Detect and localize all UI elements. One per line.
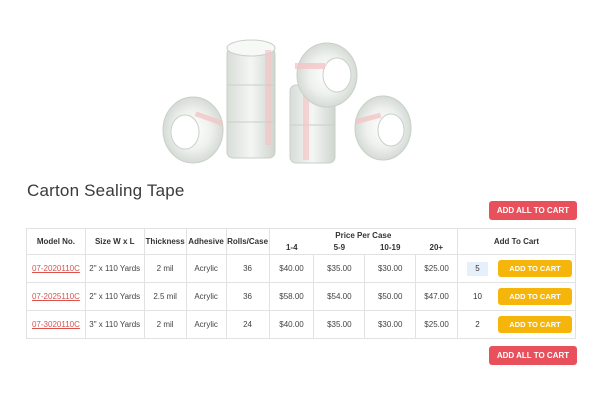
price-cell: $50.00: [364, 282, 417, 311]
thickness-cell: 2 mil: [143, 254, 187, 283]
price-cell: $40.00: [268, 310, 315, 339]
price-cell: $40.00: [268, 254, 315, 283]
table-row: 07-2020110C 2" x 110 Yards 2 mil Acrylic…: [26, 254, 577, 283]
header-tier-10-19: 10-19: [364, 241, 416, 255]
price-cell: $58.00: [268, 282, 315, 311]
adhesive-cell: Acrylic: [185, 310, 227, 339]
add-all-to-cart-button[interactable]: ADD ALL TO CART: [489, 201, 577, 220]
model-link[interactable]: 07-2025110C: [32, 292, 80, 301]
header-adhesive: Adhesive: [185, 228, 227, 255]
add-to-cart-button[interactable]: ADD TO CART: [498, 316, 572, 333]
thickness-cell: 2.5 mil: [143, 282, 187, 311]
quantity-input[interactable]: [467, 317, 488, 332]
add-all-to-cart-button[interactable]: ADD ALL TO CART: [489, 346, 577, 365]
table-row: 07-2025110C 2" x 110 Yards 2.5 mil Acryl…: [26, 282, 577, 311]
add-to-cart-button[interactable]: ADD TO CART: [498, 288, 572, 305]
rolls-cell: 36: [225, 282, 270, 311]
price-cell: $35.00: [313, 254, 366, 283]
price-table: Model No. Size W x L Thickness Adhesive …: [26, 228, 577, 339]
header-tier-20-plus: 20+: [415, 241, 458, 255]
adhesive-cell: Acrylic: [185, 282, 227, 311]
size-cell: 2" x 110 Yards: [84, 254, 145, 283]
thickness-cell: 2 mil: [143, 310, 187, 339]
price-cell: $35.00: [313, 310, 366, 339]
price-cell: $30.00: [364, 310, 417, 339]
header-size: Size W x L: [84, 228, 145, 255]
rolls-cell: 24: [225, 310, 270, 339]
header-price-per-case: Price Per Case: [268, 228, 458, 242]
adhesive-cell: Acrylic: [185, 254, 227, 283]
table-row: 07-3020110C 3" x 110 Yards 2 mil Acrylic…: [26, 310, 577, 339]
add-to-cart-button[interactable]: ADD TO CART: [498, 260, 572, 277]
header-rolls: Rolls/Case: [225, 228, 270, 255]
price-cell: $54.00: [313, 282, 366, 311]
cart-cell: ADD TO CART: [456, 254, 577, 283]
header-add-to-cart: Add To Cart: [456, 228, 577, 255]
size-cell: 2" x 110 Yards: [84, 282, 145, 311]
tape-rolls-image: [162, 39, 412, 164]
quantity-input[interactable]: [467, 289, 488, 304]
price-cell: $47.00: [415, 282, 458, 311]
header-tier-1-4: 1-4: [269, 241, 314, 255]
cart-cell: ADD TO CART: [456, 282, 577, 311]
rolls-cell: 36: [225, 254, 270, 283]
cart-cell: ADD TO CART: [456, 310, 577, 339]
price-cell: $25.00: [415, 254, 458, 283]
size-cell: 3" x 110 Yards: [84, 310, 145, 339]
header-tier-5-9: 5-9: [313, 241, 365, 255]
header-model: Model No.: [26, 228, 86, 255]
product-title: Carton Sealing Tape: [27, 181, 185, 200]
price-cell: $25.00: [415, 310, 458, 339]
quantity-input[interactable]: [467, 261, 488, 276]
price-cell: $30.00: [364, 254, 417, 283]
header-thickness: Thickness: [143, 228, 187, 255]
model-link[interactable]: 07-3020110C: [32, 320, 80, 329]
model-link[interactable]: 07-2020110C: [32, 264, 80, 273]
